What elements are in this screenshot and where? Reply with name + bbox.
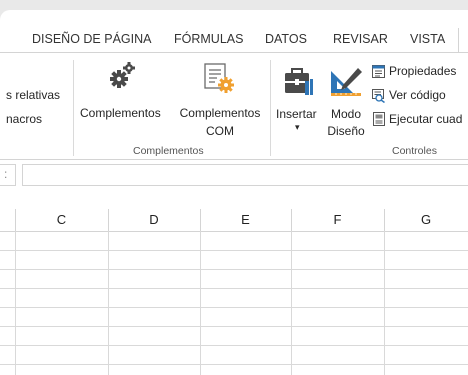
tab-formulas[interactable]: FÓRMULAS [174, 32, 243, 46]
formula-input[interactable] [22, 164, 468, 186]
ejecutar-cuadro-button[interactable]: Ejecutar cuad [372, 110, 468, 128]
run-dialog-icon [373, 112, 385, 126]
macros-security-label[interactable]: nacros [6, 112, 42, 126]
properties-icon [372, 65, 385, 78]
column-header-e[interactable]: E [200, 209, 291, 231]
excel-window: DISEÑO DE PÁGINA FÓRMULAS DATOS REVISAR … [0, 10, 468, 375]
grid-line [0, 326, 468, 327]
modo-diseno-line1: Modo [330, 107, 362, 121]
grid-line [0, 345, 468, 346]
relative-refs-label[interactable]: s relativas [6, 88, 60, 102]
column-divider [15, 209, 16, 231]
grid-line [291, 231, 292, 375]
grid-line [0, 364, 468, 365]
complementos-button[interactable]: Complementos [80, 106, 161, 120]
group-separator [73, 60, 74, 156]
chevron-down-icon[interactable]: ▾ [295, 122, 300, 133]
grid-line [0, 288, 468, 289]
grid-line [0, 250, 468, 251]
column-header-f[interactable]: F [291, 209, 384, 231]
gear-icon[interactable] [108, 60, 138, 90]
group-label-complementos: Complementos [133, 145, 204, 157]
complementos-com-button[interactable]: Complementos COM [172, 106, 268, 138]
ejecutar-cuadro-label: Ejecutar cuad [389, 112, 463, 126]
ver-codigo-button[interactable]: Ver código [372, 86, 468, 104]
group-separator [270, 60, 271, 156]
insertar-button[interactable]: Insertar [276, 107, 317, 121]
tab-datos[interactable]: DATOS [265, 32, 307, 46]
tab-revisar[interactable]: REVISAR [333, 32, 388, 46]
com-addins-icon[interactable] [202, 62, 236, 94]
ver-codigo-label: Ver código [389, 88, 446, 102]
column-divider [108, 209, 109, 231]
grid-line [0, 307, 468, 308]
name-box-tail: : [4, 167, 8, 181]
modo-diseno-line2: Diseño [327, 124, 365, 138]
grid-line [108, 231, 109, 375]
tab-vista[interactable]: VISTA [410, 32, 445, 46]
column-divider [384, 209, 385, 231]
complementos-com-line1: Complementos [179, 106, 261, 120]
grid-line [200, 231, 201, 375]
complementos-com-line2: COM [206, 124, 234, 138]
grid-line [384, 231, 385, 375]
tab-diseno-pagina[interactable]: DISEÑO DE PÁGINA [32, 32, 151, 46]
group-label-controles: Controles [392, 145, 437, 157]
design-mode-icon[interactable] [327, 67, 363, 97]
column-divider [200, 209, 201, 231]
view-code-icon [372, 89, 385, 103]
column-header-d[interactable]: D [108, 209, 200, 231]
grid-line [15, 231, 16, 375]
column-divider [291, 209, 292, 231]
propiedades-button[interactable]: Propiedades [372, 62, 468, 80]
column-header-g[interactable]: G [384, 209, 468, 231]
name-box[interactable]: : [0, 164, 16, 186]
toolbox-icon[interactable] [283, 67, 315, 97]
grid-line [0, 269, 468, 270]
propiedades-label: Propiedades [389, 64, 457, 78]
column-header-c[interactable]: C [15, 209, 108, 231]
modo-diseno-button[interactable]: Modo Diseño [321, 107, 371, 138]
